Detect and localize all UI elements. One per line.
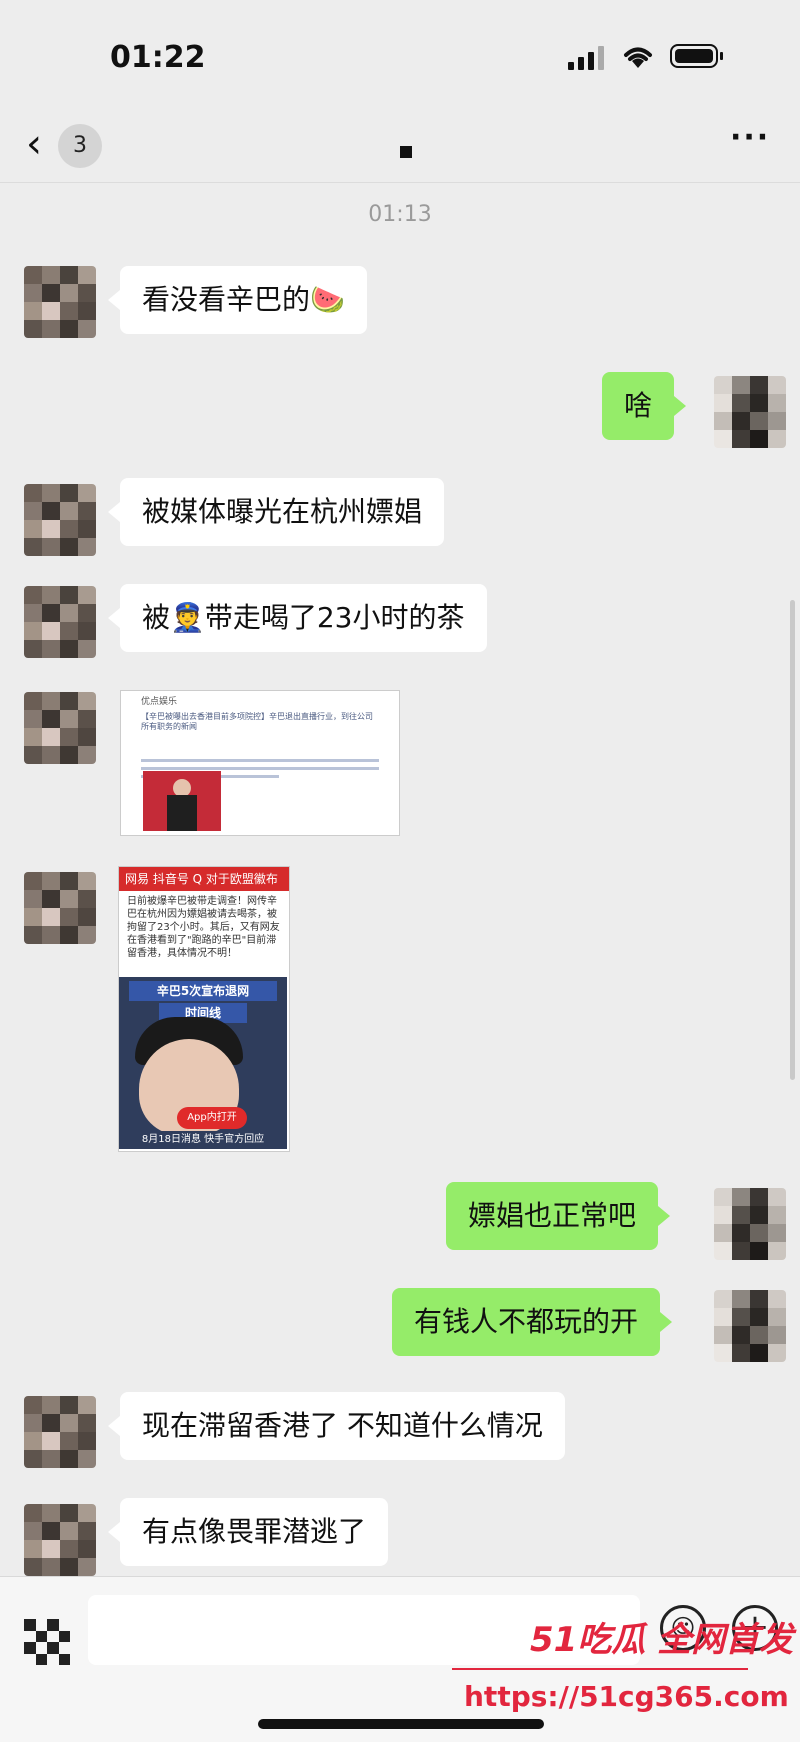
message-timestamp: 01:13: [368, 202, 432, 227]
wifi-icon: [624, 47, 652, 68]
avatar[interactable]: [714, 376, 786, 448]
avatar[interactable]: [714, 1188, 786, 1260]
more-options-icon[interactable]: ···: [730, 120, 770, 155]
message-bubble[interactable]: 嫖娼也正常吧: [446, 1182, 671, 1250]
image-thumbnail: [143, 771, 221, 831]
chat-title: [400, 146, 412, 158]
avatar[interactable]: [24, 586, 96, 658]
avatar[interactable]: [24, 1504, 96, 1576]
image-body: 日前被爆辛巴被带走调查！网传辛巴在杭州因为嫖娼被请去喝茶，被拘留了23个小时。其…: [127, 896, 280, 959]
unread-badge[interactable]: 3: [58, 124, 102, 168]
scrollbar[interactable]: [790, 600, 795, 1080]
message-bubble[interactable]: 有钱人不都玩的开: [392, 1288, 673, 1356]
image-message[interactable]: 优点娱乐 【辛巴被曝出去香港目前多项院控】辛巴退出直播行业，到往公司所有职务的新…: [120, 690, 400, 836]
status-bar: 01:22: [0, 0, 800, 110]
avatar[interactable]: [24, 1396, 96, 1468]
message-bubble[interactable]: 看没看辛巴的🍉: [108, 266, 367, 334]
image-message[interactable]: 网易 抖音号 Q 对于欧盟徽布 粉角... 日前被爆辛巴被带走调查！网传辛巴在杭…: [118, 866, 290, 1152]
image-top-bar: 网易 抖音号 Q 对于欧盟徽布 粉角...: [119, 867, 289, 910]
avatar[interactable]: [24, 484, 96, 556]
avatar[interactable]: [24, 266, 96, 338]
voice-icon[interactable]: [24, 1619, 70, 1665]
watermark-line2: https://51cg365.com: [464, 1680, 789, 1713]
message-bubble[interactable]: 现在滞留香港了 不知道什么情况: [108, 1392, 565, 1460]
image-footer: 8月18日消息 快手官方回应: [119, 1131, 287, 1149]
watermark-underline: [452, 1668, 748, 1670]
avatar[interactable]: [24, 872, 96, 944]
back-chevron-icon[interactable]: ‹: [26, 124, 42, 164]
watermark: 51吃瓜 全网首发 https://51cg365.com: [450, 1612, 793, 1742]
message-bubble[interactable]: 有点像畏罪潜逃了: [107, 1498, 389, 1566]
image-banner: 辛巴5次宣布退网: [129, 981, 277, 1001]
image-body: 【辛巴被曝出去香港目前多项院控】辛巴退出直播行业，到往公司所有职务的新闻: [141, 712, 373, 731]
app-open-button: App内打开: [177, 1107, 247, 1129]
avatar[interactable]: [714, 1290, 786, 1362]
image-author: 优点娱乐: [141, 697, 178, 707]
message-bubble[interactable]: 被👮带走喝了23小时的茶: [108, 584, 487, 652]
status-time: 01:22: [110, 40, 206, 75]
watermark-line1: 51吃瓜 全网首发: [530, 1620, 794, 1660]
signal-icon: [568, 46, 604, 70]
message-bubble[interactable]: 啥: [602, 372, 687, 440]
avatar[interactable]: [24, 692, 96, 764]
battery-icon: [670, 44, 723, 68]
message-bubble[interactable]: 被媒体曝光在杭州嫖娼: [107, 478, 445, 546]
